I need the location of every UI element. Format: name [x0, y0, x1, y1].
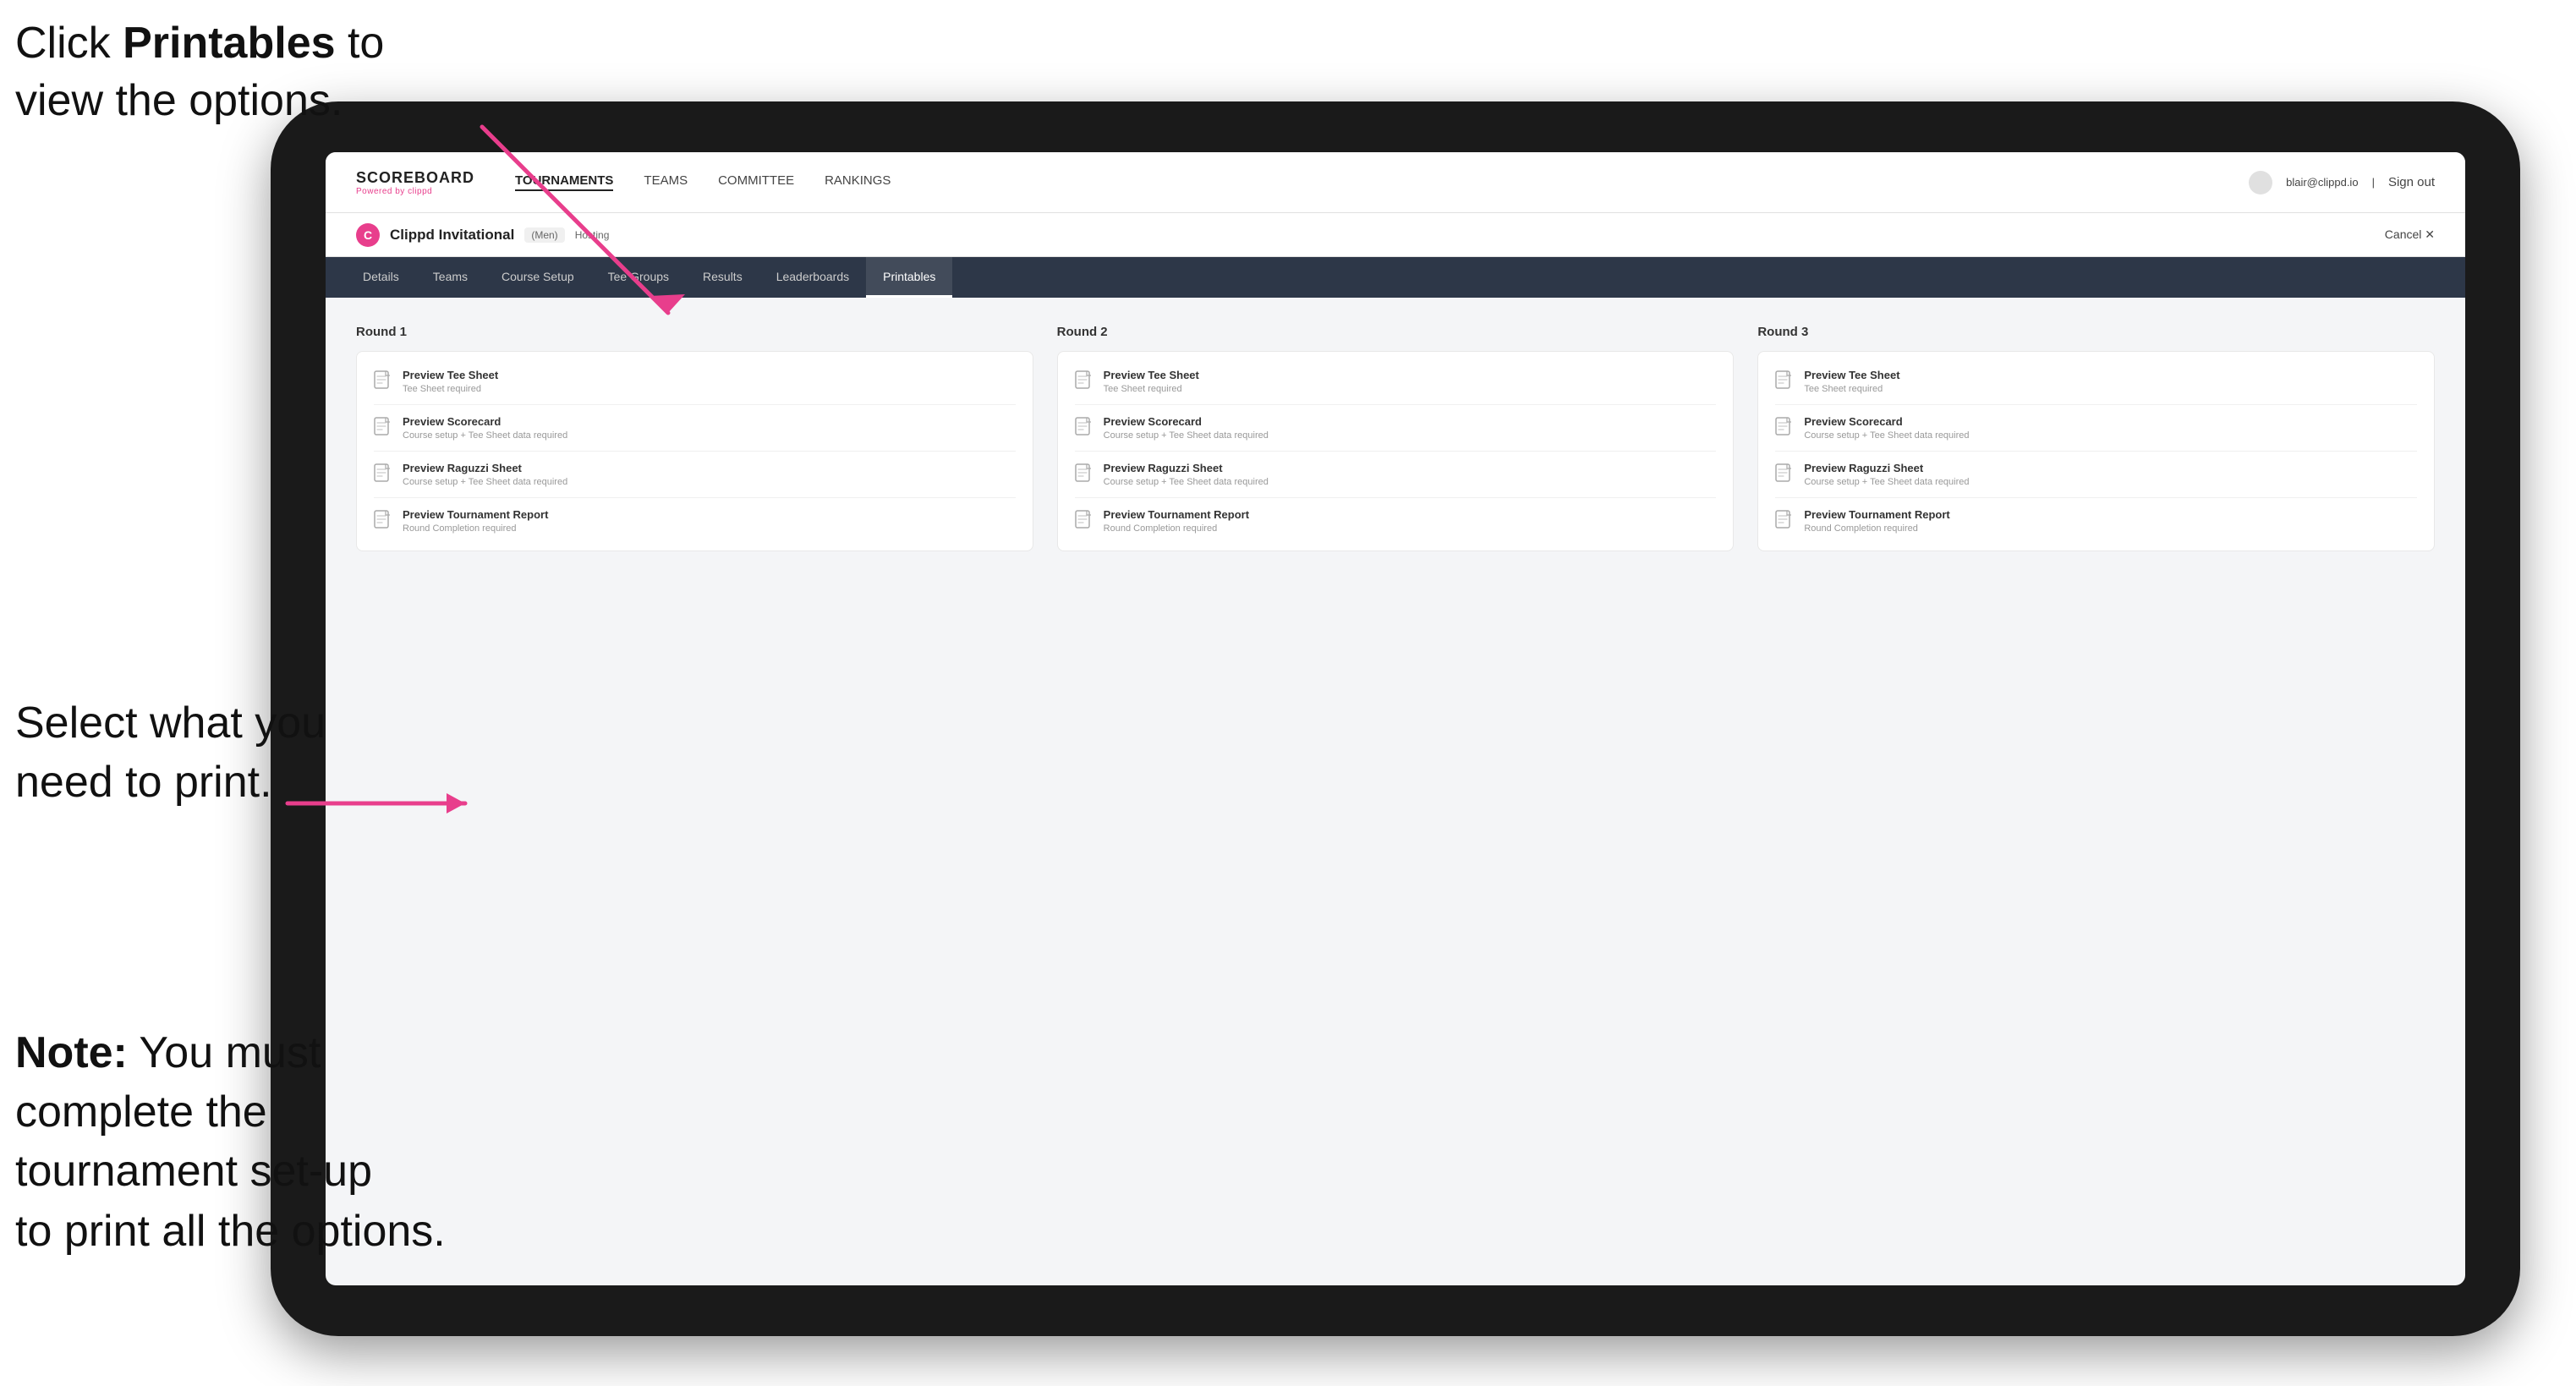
print-item-r3-4[interactable]: Preview Tournament Report Round Completi…	[1775, 498, 2417, 534]
round-card-3: Preview Tee Sheet Tee Sheet required Pre…	[1757, 351, 2435, 551]
doc-icon	[374, 463, 392, 485]
round-section-3: Round 3 Preview Tee Sheet Tee Sheet requ…	[1757, 325, 2435, 551]
doc-icon	[1775, 510, 1794, 532]
print-item-r2-2[interactable]: Preview Scorecard Course setup + Tee She…	[1075, 405, 1717, 452]
print-item-content: Preview Tee Sheet Tee Sheet required	[1104, 369, 1199, 394]
separator: |	[2372, 176, 2375, 189]
tab-results[interactable]: Results	[686, 257, 759, 298]
print-item-title: Preview Tournament Report	[403, 508, 548, 521]
print-item-content: Preview Scorecard Course setup + Tee She…	[1104, 415, 1269, 441]
print-item-title: Preview Tee Sheet	[403, 369, 498, 381]
sign-out-link[interactable]: Sign out	[2388, 175, 2435, 189]
doc-icon	[1075, 417, 1093, 439]
tab-leaderboards[interactable]: Leaderboards	[759, 257, 866, 298]
print-item-content: Preview Scorecard Course setup + Tee She…	[1804, 415, 1969, 441]
rounds-container: Round 1 Preview Tee Sheet Tee Sheet requ…	[356, 325, 2435, 551]
doc-icon	[1775, 463, 1794, 485]
print-item-content: Preview Tournament Report Round Completi…	[403, 508, 548, 534]
print-item-sub: Tee Sheet required	[403, 384, 498, 394]
user-avatar	[2249, 171, 2272, 194]
print-item-sub: Tee Sheet required	[1804, 384, 1899, 394]
print-item-r3-3[interactable]: Preview Raguzzi Sheet Course setup + Tee…	[1775, 452, 2417, 498]
print-item-content: Preview Tee Sheet Tee Sheet required	[1804, 369, 1899, 394]
print-item-content: Preview Tournament Report Round Completi…	[1104, 508, 1249, 534]
print-item-title: Preview Tee Sheet	[1104, 369, 1199, 381]
round-section-1: Round 1 Preview Tee Sheet Tee Sheet requ…	[356, 325, 1033, 551]
round-title-2: Round 2	[1057, 325, 1735, 339]
print-item-r1-1[interactable]: Preview Tee Sheet Tee Sheet required	[374, 369, 1016, 405]
print-item-title: Preview Tee Sheet	[1804, 369, 1899, 381]
print-item-sub: Tee Sheet required	[1104, 384, 1199, 394]
round-card-2: Preview Tee Sheet Tee Sheet required Pre…	[1057, 351, 1735, 551]
print-item-content: Preview Scorecard Course setup + Tee She…	[403, 415, 567, 441]
print-item-sub: Course setup + Tee Sheet data required	[1104, 477, 1269, 487]
doc-icon	[1075, 510, 1093, 532]
tab-printables[interactable]: Printables	[866, 257, 952, 298]
cancel-button[interactable]: Cancel ✕	[2385, 227, 2435, 242]
mid-arrow	[271, 753, 507, 854]
doc-icon	[1775, 417, 1794, 439]
doc-icon	[1075, 370, 1093, 392]
print-item-content: Preview Raguzzi Sheet Course setup + Tee…	[1804, 462, 1969, 487]
print-item-sub: Course setup + Tee Sheet data required	[1804, 477, 1969, 487]
print-item-content: Preview Raguzzi Sheet Course setup + Tee…	[1104, 462, 1269, 487]
print-item-r2-3[interactable]: Preview Raguzzi Sheet Course setup + Tee…	[1075, 452, 1717, 498]
print-item-content: Preview Tournament Report Round Completi…	[1804, 508, 1949, 534]
annotation-bot: Note: You mustcomplete thetournament set…	[15, 1023, 446, 1261]
doc-icon	[374, 510, 392, 532]
print-item-sub: Course setup + Tee Sheet data required	[403, 477, 567, 487]
print-item-content: Preview Tee Sheet Tee Sheet required	[403, 369, 498, 394]
print-item-r1-2[interactable]: Preview Scorecard Course setup + Tee She…	[374, 405, 1016, 452]
print-item-sub: Round Completion required	[1104, 523, 1249, 534]
print-item-sub: Round Completion required	[403, 523, 548, 534]
print-item-title: Preview Tournament Report	[1104, 508, 1249, 521]
print-item-title: Preview Tournament Report	[1804, 508, 1949, 521]
top-nav-right: blair@clippd.io | Sign out	[2249, 171, 2435, 194]
user-email: blair@clippd.io	[2286, 176, 2358, 189]
print-item-sub: Course setup + Tee Sheet data required	[403, 430, 567, 441]
print-item-title: Preview Raguzzi Sheet	[403, 462, 567, 474]
annotation-bold: Printables	[123, 19, 335, 68]
top-arrow	[262, 110, 685, 347]
print-item-title: Preview Scorecard	[1804, 415, 1969, 428]
print-item-r3-1[interactable]: Preview Tee Sheet Tee Sheet required	[1775, 369, 2417, 405]
print-item-title: Preview Scorecard	[1104, 415, 1269, 428]
round-card-1: Preview Tee Sheet Tee Sheet required Pre…	[356, 351, 1033, 551]
round-section-2: Round 2 Preview Tee Sheet Tee Sheet requ…	[1057, 325, 1735, 551]
print-item-sub: Course setup + Tee Sheet data required	[1104, 430, 1269, 441]
print-item-content: Preview Raguzzi Sheet Course setup + Tee…	[403, 462, 567, 487]
print-item-r1-3[interactable]: Preview Raguzzi Sheet Course setup + Tee…	[374, 452, 1016, 498]
round-title-3: Round 3	[1757, 325, 2435, 339]
nav-committee[interactable]: COMMITTEE	[718, 173, 794, 191]
print-item-r2-4[interactable]: Preview Tournament Report Round Completi…	[1075, 498, 1717, 534]
nav-rankings[interactable]: RANKINGS	[825, 173, 891, 191]
doc-icon	[1775, 370, 1794, 392]
print-item-r2-1[interactable]: Preview Tee Sheet Tee Sheet required	[1075, 369, 1717, 405]
print-item-sub: Course setup + Tee Sheet data required	[1804, 430, 1969, 441]
doc-icon	[374, 417, 392, 439]
print-item-r1-4[interactable]: Preview Tournament Report Round Completi…	[374, 498, 1016, 534]
print-item-title: Preview Raguzzi Sheet	[1804, 462, 1969, 474]
print-item-title: Preview Raguzzi Sheet	[1104, 462, 1269, 474]
print-item-title: Preview Scorecard	[403, 415, 567, 428]
print-item-r3-2[interactable]: Preview Scorecard Course setup + Tee She…	[1775, 405, 2417, 452]
doc-icon	[374, 370, 392, 392]
main-content: Round 1 Preview Tee Sheet Tee Sheet requ…	[326, 298, 2465, 1285]
top-nav-links: TOURNAMENTS TEAMS COMMITTEE RANKINGS	[515, 173, 2249, 191]
print-item-sub: Round Completion required	[1804, 523, 1949, 534]
doc-icon	[1075, 463, 1093, 485]
